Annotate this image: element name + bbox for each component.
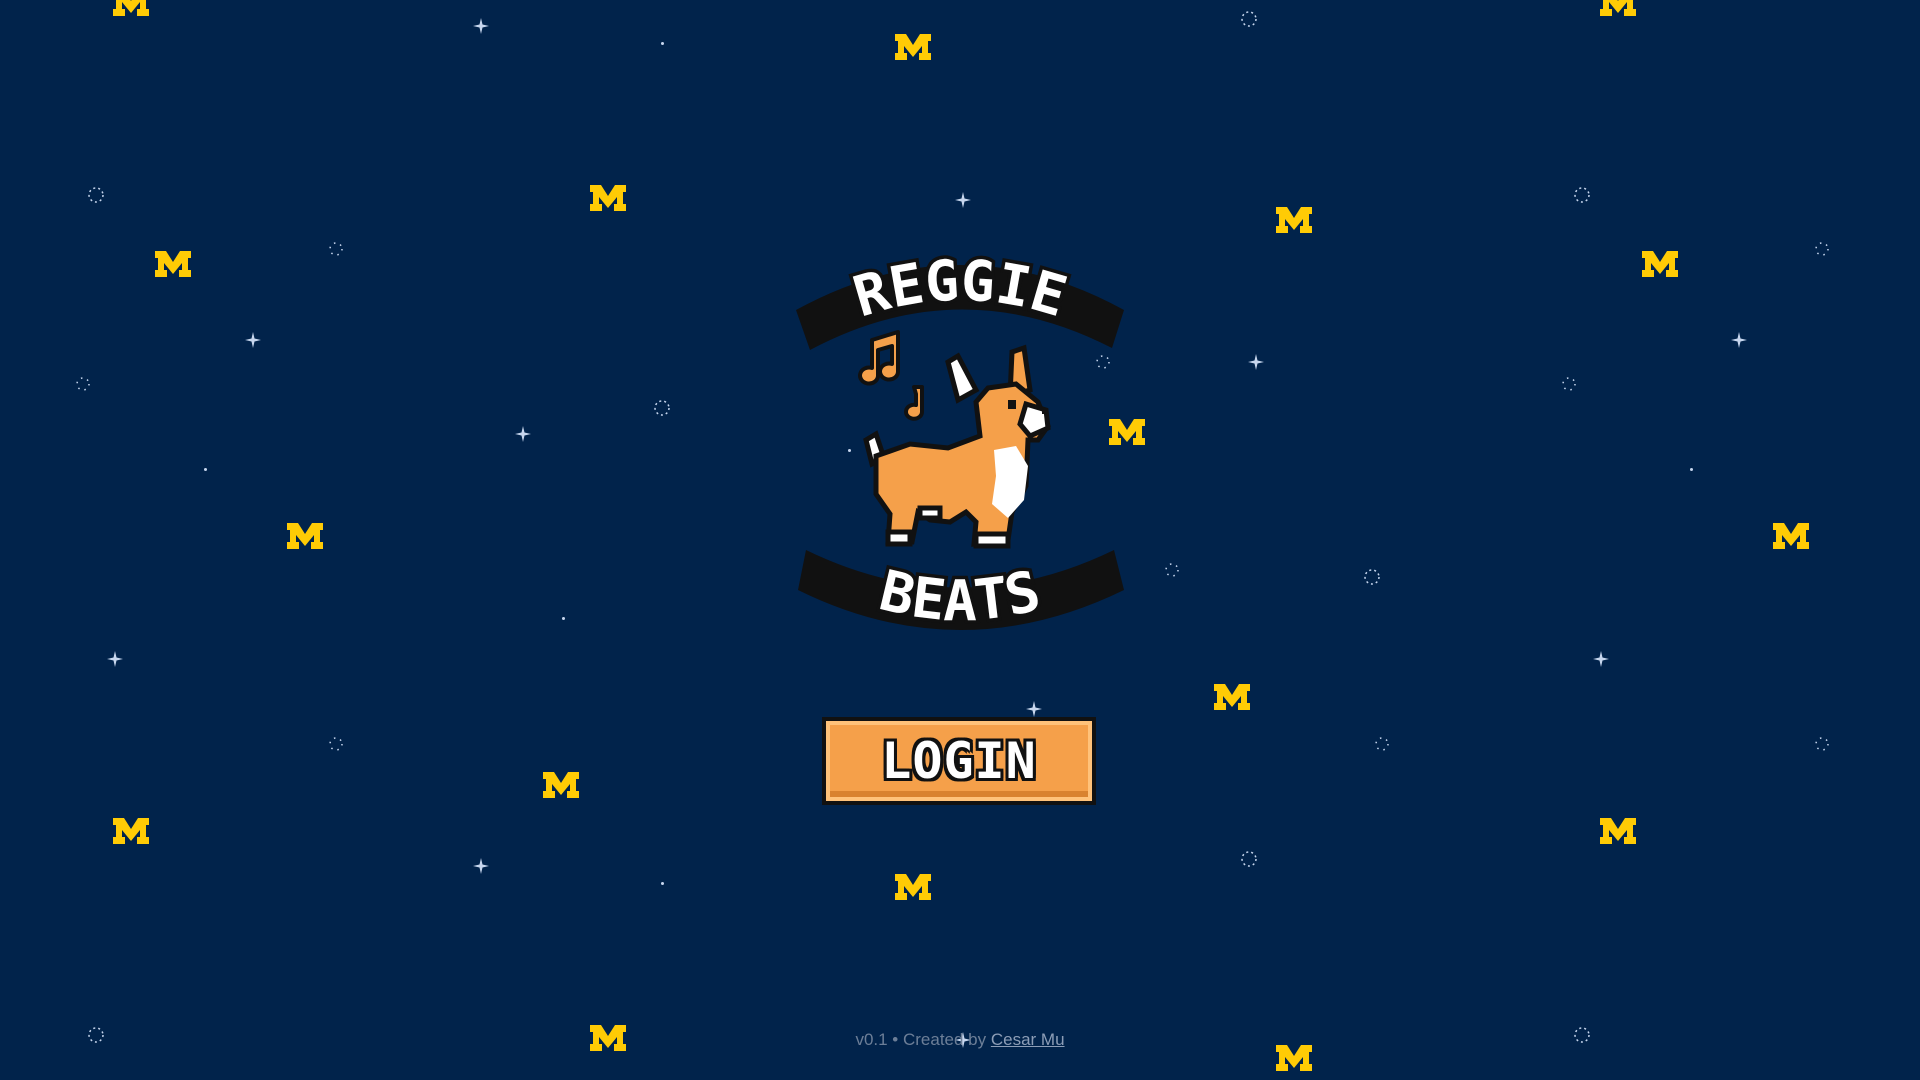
block-m-icon	[155, 251, 191, 277]
block-m-icon	[1214, 684, 1250, 710]
block-m-icon	[895, 34, 931, 60]
sparkle-icon	[473, 18, 489, 34]
music-note-icon	[858, 330, 924, 421]
star-dot	[562, 617, 565, 620]
star-ring-icon	[1815, 242, 1829, 256]
star-dot	[1690, 468, 1693, 471]
author-link[interactable]: Cesar Mu	[991, 1030, 1065, 1049]
block-m-icon	[1600, 0, 1636, 16]
sparkle-icon	[1731, 332, 1747, 348]
sparkle-icon	[107, 651, 123, 667]
star-ring-icon	[1574, 187, 1590, 203]
star-ring-icon	[329, 242, 343, 256]
star-dot	[661, 42, 664, 45]
sparkle-icon	[515, 426, 531, 442]
block-m-icon	[1773, 523, 1809, 549]
footer-version-credit: v0.1 • Created by	[855, 1030, 987, 1049]
star-ring-icon	[1241, 11, 1257, 27]
block-m-icon	[590, 185, 626, 211]
footer: v0.1 • Created by Cesar Mu	[0, 1030, 1920, 1050]
block-m-icon	[113, 0, 149, 16]
login-button[interactable]: LOGIN	[822, 717, 1096, 805]
block-m-icon	[895, 874, 931, 900]
star-dot	[204, 468, 207, 471]
reggie-beats-logo: REGGIE BEATS	[796, 250, 1124, 638]
star-ring-icon	[1562, 377, 1576, 391]
block-m-icon	[1276, 207, 1312, 233]
sparkle-icon	[1593, 651, 1609, 667]
star-ring-icon	[1375, 737, 1389, 751]
sparkle-icon	[955, 192, 971, 208]
sparkle-icon	[245, 332, 261, 348]
sparkle-icon	[1026, 701, 1042, 717]
star-ring-icon	[1241, 851, 1257, 867]
star-dot	[661, 882, 664, 885]
block-m-icon	[287, 523, 323, 549]
star-ring-icon	[1364, 569, 1380, 585]
star-ring-icon	[1165, 563, 1179, 577]
star-ring-icon	[654, 400, 670, 416]
star-ring-icon	[1815, 737, 1829, 751]
sparkle-icon	[473, 858, 489, 874]
star-ring-icon	[329, 737, 343, 751]
star-ring-icon	[88, 187, 104, 203]
block-m-icon	[1642, 251, 1678, 277]
sparkle-icon	[1248, 354, 1264, 370]
block-m-icon	[113, 818, 149, 844]
block-m-icon	[1600, 818, 1636, 844]
app-title-bottom: BEATS	[874, 559, 1047, 634]
login-screen: REGGIE BEATS LOGIN v0.1 • Created by Ces…	[0, 0, 1920, 1080]
block-m-icon	[543, 772, 579, 798]
star-ring-icon	[76, 377, 90, 391]
